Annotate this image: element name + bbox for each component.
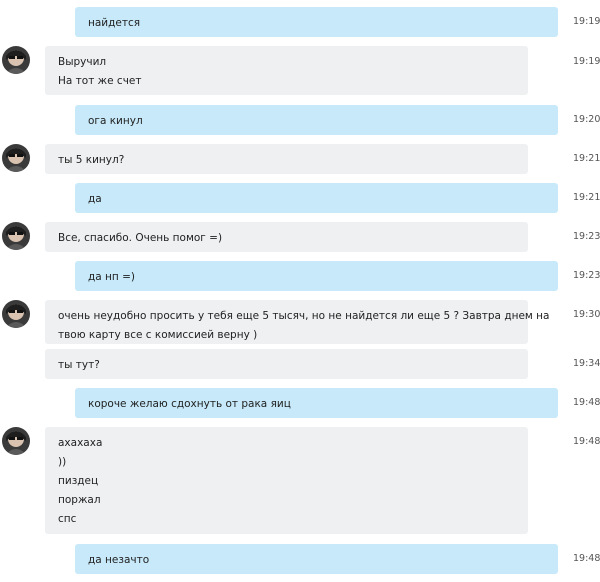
contact-avatar-icon[interactable] [2, 300, 30, 328]
message-text: поржал [58, 494, 101, 506]
message-text: Все, спасибо. Очень помог =) [58, 232, 223, 244]
contact-avatar-icon[interactable] [2, 144, 30, 172]
message-text: ахахаха [58, 437, 103, 449]
message-text: На тот же счет [58, 75, 142, 87]
message-text: спс [58, 513, 77, 525]
incoming-message[interactable]: очень неудобно просить у тебя еще 5 тыся… [45, 300, 550, 344]
message-time: 19:23 [573, 270, 600, 281]
message-time: 19:48 [573, 553, 600, 564]
message-time: 19:21 [573, 153, 600, 164]
outgoing-message[interactable]: да незачто [75, 544, 558, 574]
outgoing-message[interactable]: да [75, 183, 558, 213]
message-text: ты тут? [58, 359, 100, 371]
message-text: пиздец [58, 475, 99, 487]
outgoing-message[interactable]: найдется [75, 7, 558, 37]
outgoing-message[interactable]: короче желаю сдохнуть от рака яиц [75, 388, 558, 418]
message-time: 19:19 [573, 56, 600, 67]
message-time: 19:19 [573, 16, 600, 27]
contact-avatar-icon[interactable] [2, 427, 30, 455]
contact-avatar-icon[interactable] [2, 222, 30, 250]
message-text: очень неудобно просить у тебя еще 5 тыся… [58, 310, 550, 322]
incoming-message[interactable]: Все, спасибо. Очень помог =) [45, 222, 528, 252]
outgoing-message[interactable]: ога кинул [75, 105, 558, 135]
contact-avatar-icon[interactable] [2, 46, 30, 74]
message-text: ты 5 кинул? [58, 154, 125, 166]
message-text: да незачто [88, 554, 150, 566]
message-time: 19:30 [573, 309, 600, 320]
incoming-message[interactable]: ты 5 кинул? [45, 144, 528, 174]
outgoing-message[interactable]: да нп =) [75, 261, 558, 291]
message-text: твою карту все с комиссией верну ) [58, 329, 258, 341]
message-text: ога кинул [88, 115, 143, 127]
message-text: найдется [88, 17, 141, 29]
message-text: короче желаю сдохнуть от рака яиц [88, 398, 291, 410]
message-text: )) [58, 456, 67, 468]
message-time: 19:23 [573, 231, 600, 242]
message-time: 19:21 [573, 192, 600, 203]
incoming-message[interactable]: Выручил На тот же счет [45, 46, 528, 95]
message-time: 19:48 [573, 436, 600, 447]
chat-history: найдется 19:19 Выручил На тот же счет 19… [0, 0, 600, 582]
message-text: да [88, 193, 102, 205]
message-time: 19:34 [573, 358, 600, 369]
message-text: Выручил [58, 56, 107, 68]
message-text: да нп =) [88, 271, 135, 283]
incoming-message[interactable]: ты тут? [45, 349, 528, 379]
message-time: 19:20 [573, 114, 600, 125]
incoming-message[interactable]: ахахаха )) пиздец поржал спс [45, 427, 528, 534]
message-time: 19:48 [573, 397, 600, 408]
